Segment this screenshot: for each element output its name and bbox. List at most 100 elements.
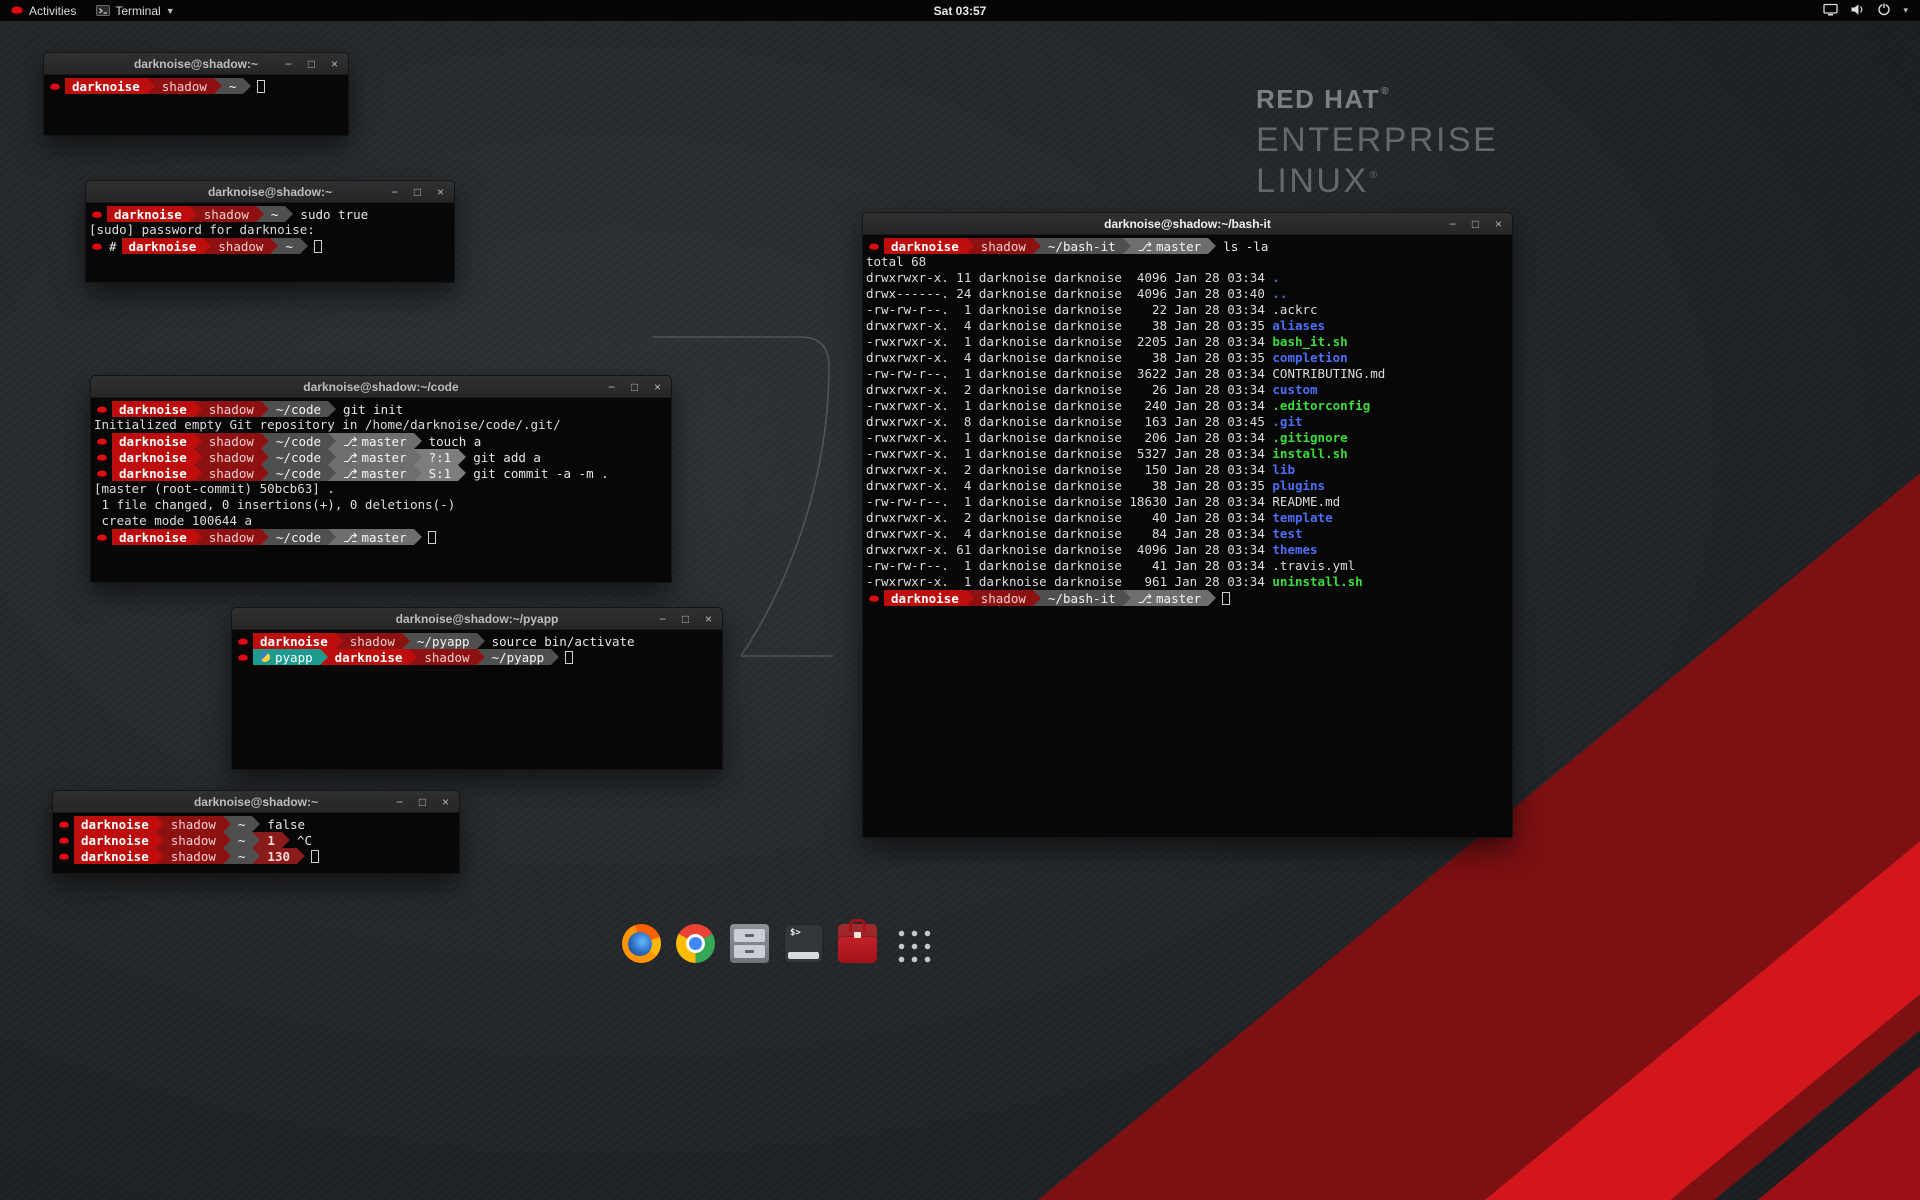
host-segment: shadow bbox=[202, 433, 261, 449]
powerline-separator bbox=[261, 401, 269, 417]
command-text: false bbox=[260, 816, 305, 832]
window-titlebar[interactable]: darknoise@shadow:~/pyapp − □ × bbox=[232, 608, 722, 630]
powerline-separator bbox=[194, 449, 202, 465]
system-status-area[interactable]: ▾ bbox=[1811, 0, 1920, 21]
terminal-content[interactable]: darknoiseshadow~falsedarknoiseshadow~1^C… bbox=[53, 813, 459, 873]
maximize-button[interactable]: □ bbox=[1469, 218, 1482, 230]
terminal-icon[interactable] bbox=[784, 924, 823, 963]
output-text: total 68 bbox=[866, 254, 926, 269]
minimize-button[interactable]: − bbox=[388, 186, 401, 198]
path-segment: ~ bbox=[264, 206, 286, 222]
chevron-down-icon: ▾ bbox=[1903, 5, 1908, 16]
command-text: sudo true bbox=[293, 206, 368, 222]
app-menu-label: Terminal bbox=[115, 4, 160, 18]
output-line: drwxrwxr-x. 2 darknoise darknoise 40 Jan… bbox=[866, 510, 1509, 526]
powerline-separator bbox=[335, 633, 343, 649]
minimize-button[interactable]: − bbox=[393, 796, 406, 808]
powerline-separator bbox=[194, 529, 202, 545]
app-grid-icon[interactable] bbox=[892, 924, 931, 963]
window-titlebar[interactable]: darknoise@shadow:~ − □ × bbox=[44, 53, 348, 75]
rhel-branding: RED HAT® ENTERPRISE LINUX® bbox=[1256, 84, 1498, 201]
minimize-button[interactable]: − bbox=[605, 381, 618, 393]
git-branch-icon: ⎇ bbox=[1138, 591, 1152, 606]
output-line: -rwxrwxr-x. 1 darknoise darknoise 240 Ja… bbox=[866, 398, 1509, 414]
output-text: drwxrwxr-x. 8 darknoise darknoise 163 Ja… bbox=[866, 414, 1272, 429]
output-text: drwxrwxr-x. 2 darknoise darknoise 150 Ja… bbox=[866, 462, 1272, 477]
close-button[interactable]: × bbox=[651, 381, 664, 393]
output-line: create mode 100644 a bbox=[94, 513, 668, 529]
maximize-button[interactable]: □ bbox=[679, 613, 692, 625]
chevron-down-icon: ▼ bbox=[166, 6, 175, 16]
close-button[interactable]: × bbox=[439, 796, 452, 808]
files-icon[interactable] bbox=[730, 924, 769, 963]
powerline-separator bbox=[203, 238, 211, 254]
output-line: drwxrwxr-x. 2 darknoise darknoise 26 Jan… bbox=[866, 382, 1509, 398]
powerline-separator bbox=[1208, 238, 1216, 254]
python-icon bbox=[260, 652, 270, 662]
maximize-button[interactable]: □ bbox=[411, 186, 424, 198]
close-button[interactable]: × bbox=[328, 58, 341, 70]
powerline-separator bbox=[282, 832, 290, 848]
window-titlebar[interactable]: darknoise@shadow:~/code − □ × bbox=[91, 376, 671, 398]
output-line: drwxrwxr-x. 61 darknoise darknoise 4096 … bbox=[866, 542, 1509, 558]
terminal-window[interactable]: darknoise@shadow:~/pyapp − □ × darknoise… bbox=[231, 607, 723, 770]
terminal-content[interactable]: darknoiseshadow~sudo true[sudo] password… bbox=[86, 203, 454, 282]
root-indicator: # bbox=[107, 238, 122, 254]
maximize-button[interactable]: □ bbox=[305, 58, 318, 70]
power-icon bbox=[1877, 2, 1891, 19]
output-line: -rw-rw-r--. 1 darknoise darknoise 3622 J… bbox=[866, 366, 1509, 382]
terminal-window[interactable]: darknoise@shadow:~/bash-it − □ × darknoi… bbox=[862, 212, 1513, 838]
maximize-button[interactable]: □ bbox=[416, 796, 429, 808]
toolbox-icon[interactable] bbox=[838, 924, 877, 963]
activities-button[interactable]: Activities bbox=[0, 0, 86, 21]
terminal-content[interactable]: darknoiseshadow~ bbox=[44, 75, 348, 135]
output-line: drwxrwxr-x. 8 darknoise darknoise 163 Ja… bbox=[866, 414, 1509, 430]
activities-label: Activities bbox=[29, 4, 76, 18]
path-segment: ~ bbox=[231, 832, 253, 848]
close-button[interactable]: × bbox=[702, 613, 715, 625]
terminal-window[interactable]: darknoise@shadow:~ − □ × darknoiseshadow… bbox=[85, 180, 455, 283]
host-segment: shadow bbox=[164, 816, 223, 832]
command-text: touch a bbox=[422, 433, 482, 449]
host-segment: shadow bbox=[211, 238, 270, 254]
window-titlebar[interactable]: darknoise@shadow:~/bash-it − □ × bbox=[863, 213, 1512, 235]
terminal-window[interactable]: darknoise@shadow:~/code − □ × darknoise s… bbox=[90, 375, 672, 583]
chrome-icon[interactable] bbox=[676, 924, 715, 963]
minimize-button[interactable]: − bbox=[1446, 218, 1459, 230]
maximize-button[interactable]: □ bbox=[628, 381, 641, 393]
terminal-content[interactable]: darknoiseshadow~/bash-it⎇masterls -latot… bbox=[863, 235, 1512, 837]
prompt-line: darknoiseshadow~/pyappsource bin/activat… bbox=[235, 633, 719, 649]
user-segment: darknoise bbox=[112, 433, 194, 449]
close-button[interactable]: × bbox=[434, 186, 447, 198]
redhat-prompt-icon bbox=[94, 465, 112, 481]
window-titlebar[interactable]: darknoise@shadow:~ − □ × bbox=[86, 181, 454, 203]
output-text: custom bbox=[1272, 382, 1317, 397]
path-segment: ~/code bbox=[269, 449, 328, 465]
terminal-content[interactable]: darknoiseshadow~/codegit initInitialized… bbox=[91, 398, 671, 582]
redhat-prompt-icon bbox=[89, 206, 107, 222]
path-segment: ~ bbox=[231, 816, 253, 832]
powerline-separator bbox=[223, 848, 231, 864]
user-segment: darknoise bbox=[112, 449, 194, 465]
output-text: -rw-rw-r--. 1 darknoise darknoise 18630 … bbox=[866, 494, 1272, 509]
clock[interactable]: Sat 03:57 bbox=[934, 4, 987, 18]
powerline-separator bbox=[966, 590, 974, 606]
desktop[interactable]: RED HAT® ENTERPRISE LINUX® Activities Te… bbox=[0, 0, 1920, 1200]
minimize-button[interactable]: − bbox=[656, 613, 669, 625]
host-segment: shadow bbox=[202, 449, 261, 465]
branding-linux: LINUX® bbox=[1256, 162, 1498, 201]
terminal-cursor bbox=[311, 850, 319, 863]
window-titlebar[interactable]: darknoise@shadow:~ − □ × bbox=[53, 791, 459, 813]
exit-segment: 130 bbox=[260, 848, 297, 864]
firefox-icon[interactable] bbox=[622, 924, 661, 963]
output-line: -rw-rw-r--. 1 darknoise darknoise 41 Jan… bbox=[866, 558, 1509, 574]
terminal-window[interactable]: darknoise@shadow:~ − □ × darknoiseshadow… bbox=[43, 52, 349, 136]
app-menu-terminal[interactable]: Terminal ▼ bbox=[86, 0, 184, 21]
close-button[interactable]: × bbox=[1492, 218, 1505, 230]
terminal-window[interactable]: darknoise@shadow:~ − □ × darknoiseshadow… bbox=[52, 790, 460, 874]
output-text: .git bbox=[1272, 414, 1302, 429]
host-segment: shadow bbox=[202, 465, 261, 481]
user-segment: darknoise bbox=[112, 465, 194, 481]
minimize-button[interactable]: − bbox=[282, 58, 295, 70]
terminal-content[interactable]: darknoiseshadow~/pyappsource bin/activat… bbox=[232, 630, 722, 769]
